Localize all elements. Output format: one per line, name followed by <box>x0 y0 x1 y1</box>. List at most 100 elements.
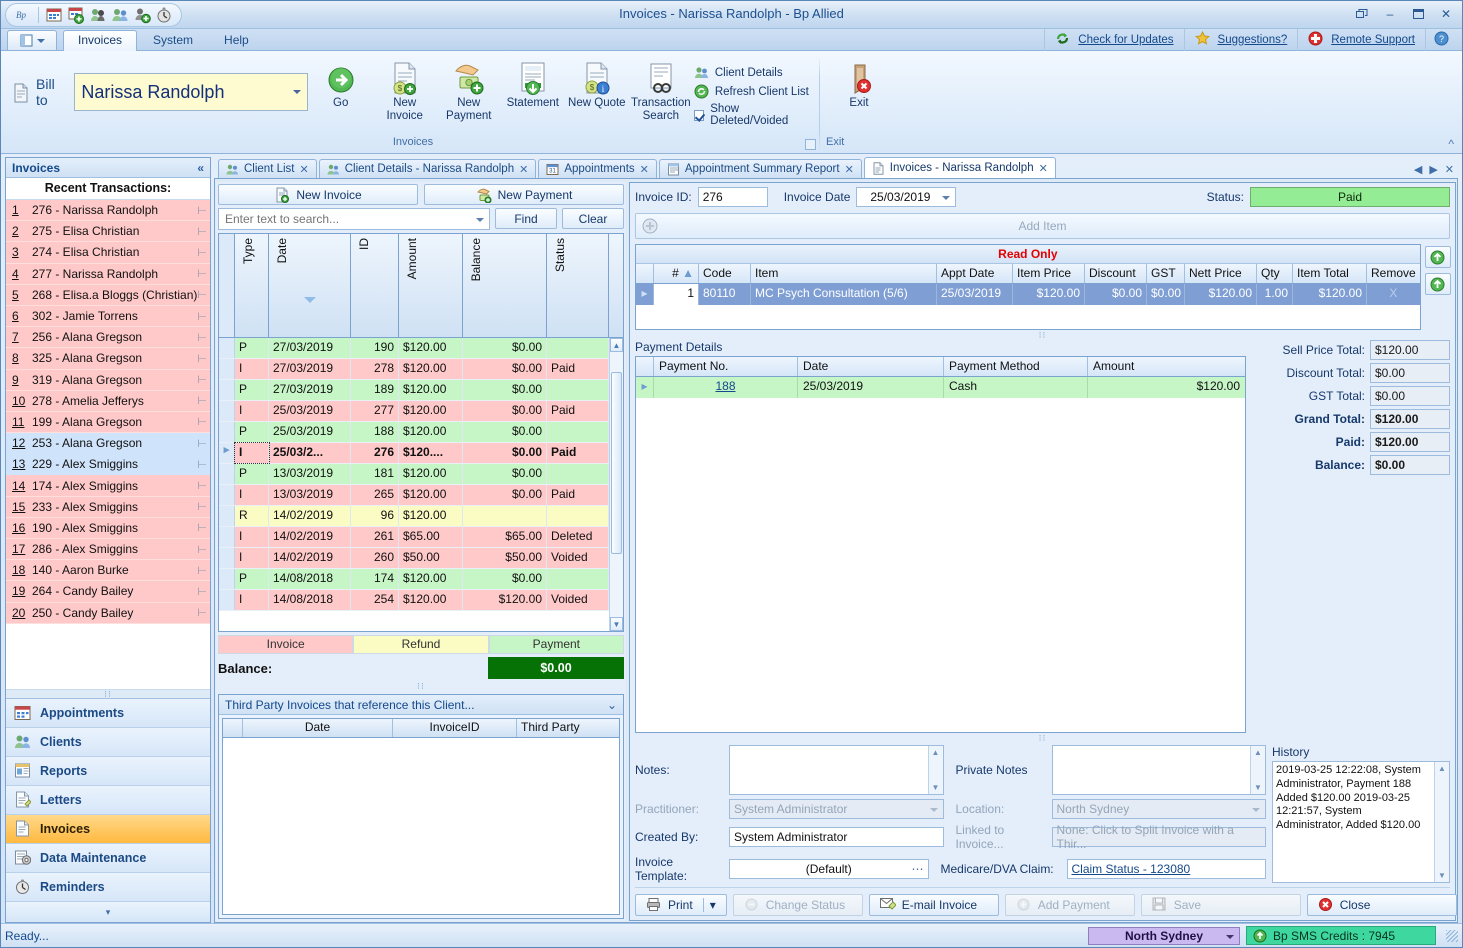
items-column-itemtotal[interactable]: Item Total <box>1293 264 1367 283</box>
ribbon-collapse-button[interactable]: ^ <box>1448 137 1454 151</box>
scroll-up-icon[interactable]: ▲ <box>929 746 943 759</box>
payment-column-amount[interactable]: Amount <box>1088 357 1245 376</box>
recent-item-number[interactable]: 11 <box>12 415 26 429</box>
scroll-down-icon[interactable]: ▼ <box>1435 869 1449 882</box>
sidebar-item-appointments[interactable]: Appointments <box>6 699 210 728</box>
chevron-down-icon[interactable]: ▾ <box>702 897 716 912</box>
payment-no-link[interactable]: 188 <box>715 379 735 393</box>
remote-support-label[interactable]: Remote Support <box>1331 34 1415 46</box>
recent-item-number[interactable]: 17 <box>12 542 26 556</box>
document-tab[interactable]: Client List ✕ <box>218 159 317 178</box>
ribbon-tab-help[interactable]: Help <box>209 30 264 50</box>
suggestions-label[interactable]: Suggestions? <box>1218 34 1288 46</box>
items-splitter[interactable]: ⁝⁝ <box>635 330 1450 340</box>
private-notes-textarea[interactable]: ▲ ▼ <box>1051 745 1266 795</box>
recent-item-number[interactable]: 20 <box>12 606 26 620</box>
recent-item-number[interactable]: 12 <box>12 436 26 450</box>
sidebar-item-reports[interactable]: Reports <box>6 757 210 786</box>
recent-transaction-item[interactable]: 6 302 - Jamie Torrens ⊢ <box>6 305 210 328</box>
recent-transaction-item[interactable]: 12 253 - Alana Gregson ⊢ <box>6 433 210 455</box>
suggestions-link[interactable]: Suggestions? <box>1183 29 1298 51</box>
new-payment-ribbon-button[interactable]: New Payment <box>438 59 500 125</box>
sidebar-item-clients[interactable]: Clients <box>6 728 210 757</box>
transaction-row[interactable]: I 14/02/2019 260 $50.00 $50.00 Voided <box>219 548 623 569</box>
recent-transaction-item[interactable]: 3 274 - Elisa Christian ⊢ <box>6 242 210 264</box>
transactions-grid[interactable]: Type Date ID Amount Balance Status P 27/0… <box>218 233 624 632</box>
column-header-status[interactable]: Status <box>547 234 609 337</box>
show-deleted-voided-checkbox[interactable]: Show Deleted/Voided <box>693 103 813 127</box>
recent-item-number[interactable]: 3 <box>12 245 26 259</box>
payment-details-grid[interactable]: Payment No. Date Payment Method Amount ▸… <box>635 356 1246 733</box>
column-header-balance[interactable]: Balance <box>463 234 547 337</box>
column-header-type[interactable]: Type <box>235 234 269 337</box>
check-for-updates-link[interactable]: Check for Updates <box>1044 29 1183 51</box>
add-item-button[interactable]: Add Item <box>635 213 1450 239</box>
left-panel-splitter[interactable]: ⁝⁝ <box>218 681 624 691</box>
dialog-launcher-button[interactable] <box>805 139 816 150</box>
statement-ribbon-button[interactable]: Statement <box>502 59 564 112</box>
history-box[interactable]: 2019-03-25 12:22:08, System Administrato… <box>1272 761 1450 883</box>
sidebar-item-data-maintenance[interactable]: Data Maintenance <box>6 844 210 873</box>
recent-transaction-item[interactable]: 16 190 - Alex Smiggins ⊢ <box>6 517 210 539</box>
recent-transaction-item[interactable]: 7 256 - Alana Gregson ⊢ <box>6 327 210 349</box>
recent-transaction-item[interactable]: 11 199 - Alana Gregson ⊢ <box>6 411 210 434</box>
chevron-double-down-icon[interactable]: ⌄ <box>607 698 617 712</box>
items-column-discount[interactable]: Discount <box>1085 264 1147 283</box>
document-tab-strip[interactable]: Client List ✕ Client Details - Narissa Ran… <box>214 157 1458 179</box>
recent-item-number[interactable]: 5 <box>12 288 26 302</box>
close-button[interactable]: Close <box>1306 893 1457 916</box>
payment-column-date[interactable]: Date <box>798 357 944 376</box>
payment-column-method[interactable]: Payment Method <box>944 357 1088 376</box>
recent-transaction-item[interactable]: 2 275 - Elisa Christian ⊢ <box>6 221 210 243</box>
sidebar-item-letters[interactable]: Letters <box>6 786 210 815</box>
claim-status-link[interactable]: Claim Status - 123080 <box>1072 862 1191 876</box>
transaction-row[interactable]: I 27/03/2019 278 $120.00 $0.00 Paid <box>219 359 623 380</box>
transaction-row[interactable]: P 14/08/2018 174 $120.00 $0.00 <box>219 569 623 590</box>
new-quote-ribbon-button[interactable]: $ i New Quote <box>566 59 628 112</box>
recent-item-number[interactable]: 13 <box>12 457 26 471</box>
third-party-grid[interactable]: Date InvoiceID Third Party <box>222 718 620 915</box>
payment-row[interactable]: ▸ 188 25/03/2019 Cash $120.00 <box>636 377 1245 398</box>
recent-item-number[interactable]: 7 <box>12 330 26 344</box>
sidebar-item-reminders[interactable]: Reminders <box>6 873 210 902</box>
recent-item-number[interactable]: 6 <box>12 309 26 323</box>
transaction-row[interactable]: I 13/03/2019 265 $120.00 $0.00 Paid <box>219 485 623 506</box>
location-status-combobox[interactable]: North Sydney <box>1088 926 1240 945</box>
go-button[interactable]: Go <box>310 59 372 112</box>
chevron-down-icon[interactable] <box>1226 934 1234 939</box>
refresh-client-list-button[interactable]: Refresh Client List <box>694 84 813 99</box>
scroll-up-button[interactable]: ▲ <box>610 338 623 352</box>
third-party-column-invoiceid[interactable]: InvoiceID <box>393 719 517 737</box>
scroll-down-icon[interactable]: ▼ <box>1251 781 1265 794</box>
print-button[interactable]: Print ▾ <box>635 893 727 916</box>
recent-transactions-list[interactable]: 1 276 - Narissa Randolph ⊢ 2 275 - Elisa Chr… <box>6 200 210 689</box>
payment-column-no[interactable]: Payment No. <box>654 357 798 376</box>
search-input[interactable] <box>223 211 485 227</box>
browse-ellipsis-icon[interactable]: ⋯ <box>912 862 924 876</box>
transaction-row[interactable]: R 14/02/2019 96 $120.00 <box>219 506 623 527</box>
window-controls[interactable]: – ✕ <box>1352 5 1456 23</box>
chevron-down-icon[interactable] <box>292 90 301 94</box>
column-header-amount[interactable]: Amount <box>399 234 463 337</box>
transaction-row[interactable]: P 25/03/2019 188 $120.00 $0.00 <box>219 422 623 443</box>
new-invoice-button[interactable]: New Invoice <box>218 184 418 205</box>
move-item-down-button[interactable] <box>1424 273 1451 295</box>
scroll-up-icon[interactable]: ▲ <box>1435 762 1449 775</box>
remote-support-link[interactable]: Remote Support <box>1297 29 1425 51</box>
application-menu-button[interactable] <box>7 30 57 50</box>
recent-item-number[interactable]: 2 <box>12 224 26 238</box>
check-for-updates-label[interactable]: Check for Updates <box>1078 34 1173 46</box>
exit-ribbon-button[interactable]: Exit <box>826 59 892 112</box>
document-tab[interactable]: Appointment Summary Report ✕ <box>658 159 862 178</box>
notes-scrollbar[interactable]: ▲ ▼ <box>927 746 943 794</box>
recent-transaction-item[interactable]: 15 233 - Alex Smiggins ⊢ <box>6 496 210 518</box>
transaction-search-ribbon-button[interactable]: Transaction Search <box>630 59 692 124</box>
sidebar-item-invoices[interactable]: Invoices <box>6 815 210 844</box>
transaction-row[interactable]: I 25/03/2019 277 $120.00 $0.00 Paid <box>219 401 623 422</box>
third-party-column-thirdparty[interactable]: Third Party <box>517 719 619 737</box>
resize-grip[interactable] <box>1446 929 1458 942</box>
tab-close-button[interactable]: ✕ <box>1445 163 1454 176</box>
search-input-wrapper[interactable] <box>218 208 490 230</box>
created-by-field[interactable]: System Administrator <box>729 827 944 847</box>
items-column-apptdate[interactable]: Appt Date <box>937 264 1013 283</box>
